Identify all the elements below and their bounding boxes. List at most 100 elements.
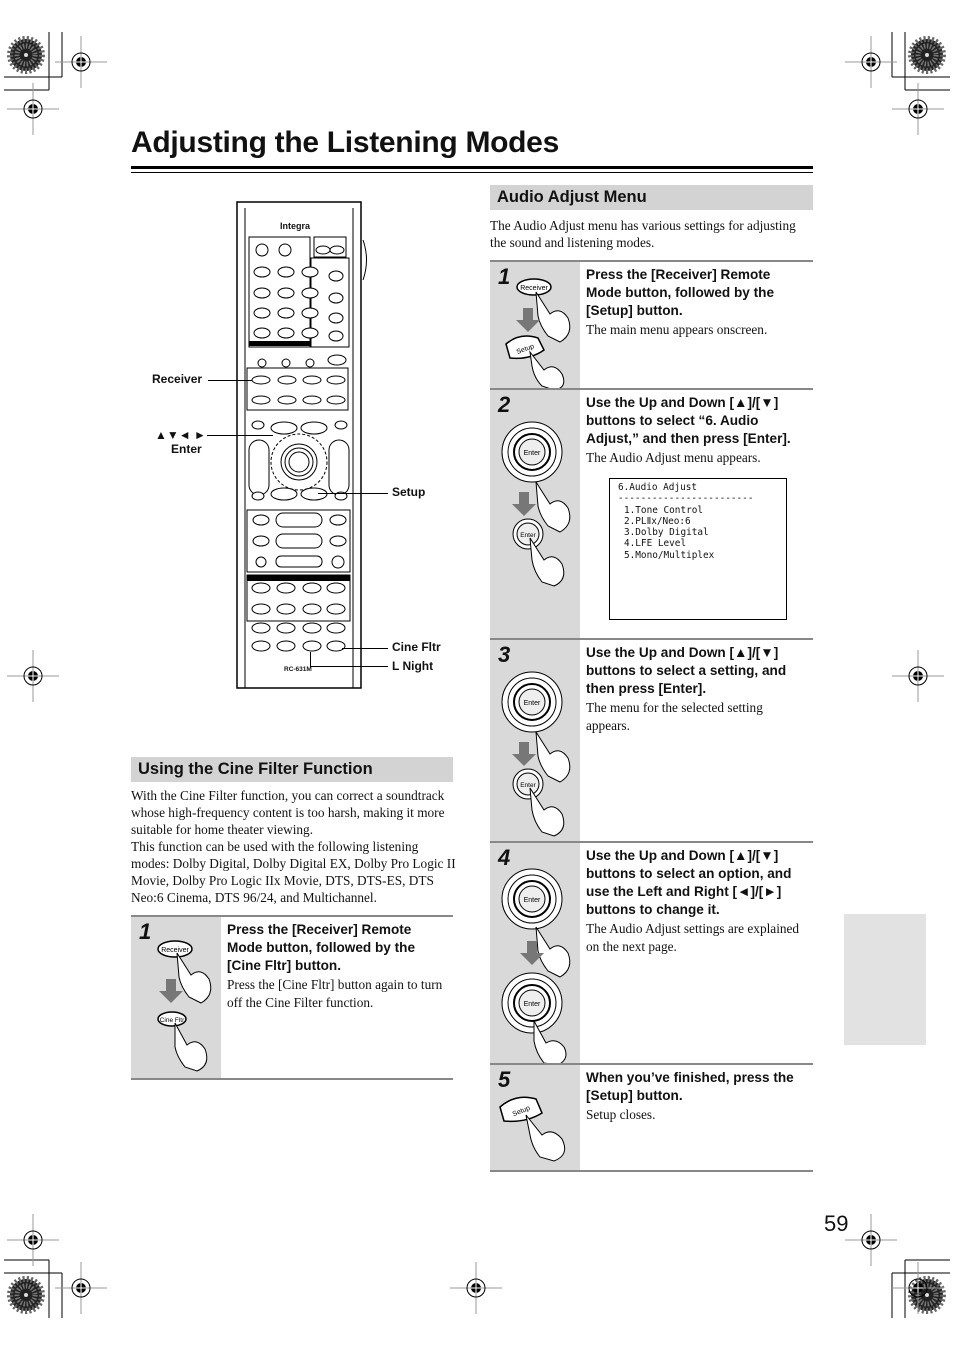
step-note: Setup closes. (586, 1107, 656, 1122)
callout-enter: Enter (171, 442, 202, 456)
registration-mark-icon (6, 82, 60, 136)
step-illustration: Enter Enter (490, 843, 580, 1065)
svg-text:Cine Fltr: Cine Fltr (160, 1017, 185, 1024)
step-note: The menu for the selected setting appear… (586, 700, 763, 733)
step-number: 5 (498, 1067, 511, 1092)
registration-mark-icon (6, 1213, 60, 1267)
onscreen-menu: 6.Audio Adjust ------------------------ … (609, 478, 787, 620)
step-number: 4 (498, 845, 511, 870)
step-number: 3 (498, 642, 511, 667)
hand-press-icon (529, 787, 565, 837)
page-number: 59 (824, 1211, 849, 1236)
audio-step-1: Receiver Setup 1 Press the [Receiver] Re… (490, 260, 813, 390)
color-target-icon (10, 39, 42, 71)
svg-text:Enter: Enter (520, 782, 536, 789)
leader-line (318, 493, 388, 494)
osd-separator: ------------------------ (618, 493, 754, 505)
registration-mark-icon (844, 35, 898, 89)
audio-step-5: Setup 5 When you’ve finished, press the … (490, 1063, 813, 1171)
color-target-icon (911, 39, 943, 71)
svg-text:Receiver: Receiver (520, 285, 548, 292)
svg-text:Receiver: Receiver (161, 947, 189, 954)
hand-press-icon (535, 731, 571, 783)
title-rule-thin (131, 172, 813, 173)
paragraph: With the Cine Filter function, you can c… (131, 788, 445, 837)
registration-mark-icon (844, 1213, 898, 1267)
cine-filter-intro: With the Cine Filter function, you can c… (131, 787, 457, 906)
leader-line (208, 380, 252, 381)
arrow-down-icon (159, 979, 183, 1003)
registration-mark-icon (6, 649, 60, 703)
step-illustration: Enter Enter (490, 390, 580, 638)
color-target-icon (10, 1279, 42, 1311)
step-illustration: Enter Enter (490, 640, 580, 841)
svg-text:Enter: Enter (524, 450, 541, 457)
page-title: Adjusting the Listening Modes (131, 126, 559, 159)
step-instruction-text: When you’ve finished, press the [Setup] … (586, 1070, 794, 1103)
step-instruction-text: Press the [Receiver] Remote Mode button,… (227, 922, 416, 973)
remote-brand: Integra (280, 221, 311, 231)
registration-mark-icon (891, 82, 945, 136)
step-number: 1 (498, 264, 511, 289)
callout-receiver: Receiver (152, 372, 203, 386)
title-rule (131, 166, 813, 169)
audio-step-4: Enter Enter 4 Use the Up and Down [▲]/[▼… (490, 841, 813, 1065)
leader-line (342, 648, 388, 649)
registration-mark-icon (449, 1261, 503, 1315)
callout-l-night: L Night (392, 659, 434, 673)
step-divider (131, 1078, 453, 1080)
enter-dial-icon: Enter (501, 421, 563, 483)
step-instruction: When you’ve finished, press the [Setup] … (586, 1069, 809, 1124)
leader-line (310, 652, 311, 666)
hand-press-icon (535, 291, 571, 343)
leader-line (207, 435, 273, 436)
callout-setup: Setup (392, 485, 426, 499)
enter-dial-icon: Enter (501, 972, 563, 1034)
step-note: The Audio Adjust settings are explained … (586, 921, 800, 954)
svg-text:Enter: Enter (520, 532, 536, 539)
step-number: 2 (498, 392, 511, 417)
callout-arrows: ▲▼◄ ► (155, 428, 206, 442)
hand-press-icon (174, 1022, 208, 1072)
step-instruction: Press the [Receiver] Remote Mode button,… (586, 266, 809, 339)
osd-item: 2.PLⅡx/Neo:6 (624, 515, 691, 527)
audio-adjust-heading: Audio Adjust Menu (490, 185, 813, 210)
hand-press-icon (529, 350, 565, 390)
callout-cine-fltr: Cine Fltr (392, 640, 441, 654)
registration-mark-icon (891, 649, 945, 703)
arrow-down-icon (512, 742, 536, 766)
enter-dial-icon: Enter (501, 671, 563, 733)
osd-item: 1.Tone Control (624, 504, 704, 516)
audio-adjust-intro: The Audio Adjust menu has various settin… (490, 218, 796, 250)
paragraph: This function can be used with the follo… (131, 839, 456, 905)
svg-text:Enter: Enter (524, 1001, 541, 1008)
step-note: Press the [Cine Fltr] button again to tu… (227, 977, 443, 1010)
enter-button-icon: Enter (512, 518, 544, 550)
arrow-down-icon (512, 492, 536, 516)
step-number: 1 (139, 919, 152, 944)
hand-press-icon (525, 1114, 566, 1162)
step-instruction: Use the Up and Down [▲]/[▼] buttons to s… (586, 394, 809, 467)
remote-model: RC-631M (284, 666, 312, 673)
chapter-thumb-tab (844, 914, 926, 1045)
audio-step-3: Enter Enter 3 Use the Up and Down [▲]/[▼… (490, 638, 813, 841)
step-note: The main menu appears onscreen. (586, 322, 768, 337)
step-note: The Audio Adjust menu appears. (586, 450, 761, 465)
step-instruction: Use the Up and Down [▲]/[▼] buttons to s… (586, 644, 809, 735)
registration-mark-icon (54, 35, 108, 89)
hand-press-icon (529, 537, 565, 587)
osd-item: 3.Dolby Digital (624, 527, 709, 539)
hand-press-icon (176, 952, 212, 1004)
enter-dial-icon: Enter (501, 868, 563, 930)
svg-text:Enter: Enter (524, 700, 541, 707)
step-instruction-text: Use the Up and Down [▲]/[▼] buttons to s… (586, 848, 792, 917)
leader-line (310, 666, 388, 667)
cine-step-1: Receiver Cine Fltr 1 Press the [Receiver… (131, 915, 453, 1079)
step-instruction-text: Use the Up and Down [▲]/[▼] buttons to s… (586, 395, 791, 446)
step-divider (490, 1170, 813, 1172)
arrow-down-icon (516, 308, 540, 332)
osd-title: 6.Audio Adjust (618, 482, 698, 493)
step-instruction-text: Press the [Receiver] Remote Mode button,… (586, 267, 775, 318)
hand-press-icon (535, 481, 571, 533)
hand-press-icon (535, 926, 571, 978)
